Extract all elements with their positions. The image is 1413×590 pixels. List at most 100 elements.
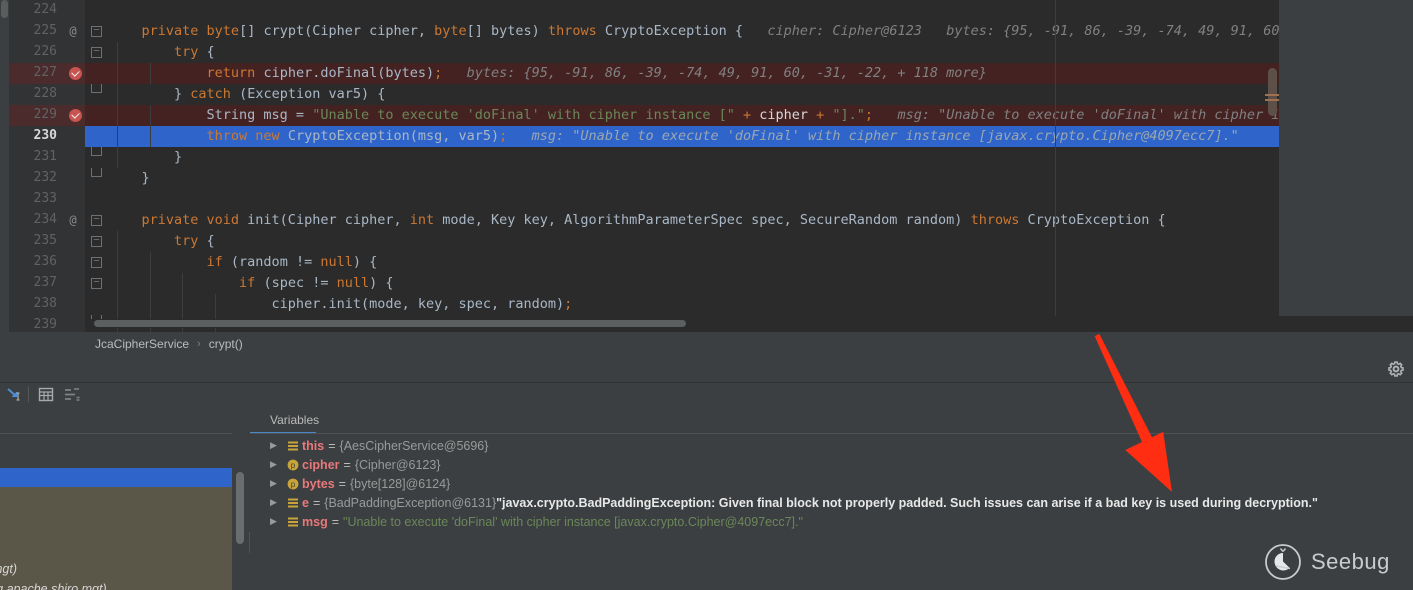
editor-left-scroll-thumb[interactable] [1, 0, 8, 18]
code-editor[interactable]: 224225@ private byte[] crypt(Cipher ciph… [0, 0, 1413, 332]
variables-list[interactable]: ▶this={AesCipherService@5696}▶pcipher={C… [250, 436, 1413, 586]
variable-equals: = [332, 515, 339, 529]
variables-pane[interactable]: Variables ▶this={AesCipherService@5696}▶… [250, 406, 1413, 590]
code-fold-icon[interactable] [91, 168, 102, 177]
frames-pane[interactable]: mgt) rg.apache.shiro.mgt) [0, 406, 248, 590]
frames-header [0, 406, 232, 434]
breakpoint-icon[interactable] [69, 109, 82, 122]
code-token: ; [564, 296, 572, 312]
code-token: CryptoException { [1027, 212, 1165, 228]
seebug-logo-icon [1263, 542, 1303, 582]
code-line[interactable]: 227 return cipher.doFinal(bytes); bytes:… [9, 63, 1413, 84]
code-token: byte [434, 23, 467, 39]
ide-debug-window: 224225@ private byte[] crypt(Cipher ciph… [0, 0, 1413, 590]
frames-list[interactable]: mgt) rg.apache.shiro.mgt) [0, 468, 232, 590]
code-token: + [735, 107, 759, 123]
code-fold-icon[interactable] [91, 215, 102, 226]
code-token: "Unable to execute 'doFinal' with cipher… [312, 107, 735, 123]
frames-scroll-thumb[interactable] [236, 472, 244, 544]
code-line[interactable]: 237 if (spec != null) { [9, 273, 1413, 294]
code-line[interactable]: 230 throw new CryptoException(msg, var5)… [9, 126, 1413, 147]
frames-toolbar[interactable] [0, 434, 248, 462]
editor-vertical-scrollbar[interactable] [1265, 0, 1279, 316]
line-number: 236 [9, 254, 57, 269]
editor-left-scroll-strip[interactable] [0, 0, 9, 332]
right-margin-guide [1055, 0, 1056, 316]
frame-row[interactable]: mgt) [0, 562, 17, 576]
table-view-icon[interactable] [37, 386, 55, 403]
variable-equals: = [313, 496, 320, 510]
breadcrumb-method[interactable]: crypt() [209, 337, 243, 351]
code-line[interactable]: 226 try { [9, 42, 1413, 63]
code-token: cipher.init(mode, key, spec, random) [109, 296, 564, 312]
code-lines[interactable]: 224225@ private byte[] crypt(Cipher ciph… [9, 0, 1413, 316]
code-fold-icon[interactable] [91, 26, 102, 37]
code-line[interactable]: 225@ private byte[] crypt(Cipher cipher,… [9, 21, 1413, 42]
code-token: ) { [369, 275, 393, 291]
code-token: crypt(Cipher cipher, [263, 23, 434, 39]
code-line[interactable]: 232 } [9, 168, 1413, 189]
variable-row[interactable]: ▶this={AesCipherService@5696} [250, 436, 1413, 455]
variable-reference: {AesCipherService@5696} [340, 439, 489, 453]
code-line[interactable]: 231 } [9, 147, 1413, 168]
expand-triangle-icon[interactable]: ▶ [270, 459, 284, 470]
code-line[interactable]: 238 cipher.init(mode, key, spec, random)… [9, 294, 1413, 315]
breadcrumb[interactable]: JcaCipherService › crypt() [9, 332, 1280, 356]
code-line[interactable]: 224 [9, 0, 1413, 21]
variable-name: msg [302, 515, 328, 529]
code-fold-icon[interactable] [91, 278, 102, 289]
variables-tabbar[interactable]: Variables [250, 406, 1413, 434]
code-text: throw new CryptoException(msg, var5); ms… [109, 128, 1239, 144]
variable-row[interactable]: ▶e={BadPaddingException@6131} "javax.cry… [250, 493, 1413, 512]
frames-scrollbar[interactable] [232, 468, 248, 590]
override-marker-icon[interactable]: @ [65, 24, 81, 38]
line-number: 225 [9, 23, 57, 38]
line-number: 229 [9, 107, 57, 122]
code-token: msg: "Unable to execute 'doFinal' with c… [507, 128, 1239, 144]
frame-row[interactable]: rg.apache.shiro.mgt) [0, 582, 107, 590]
frame-row-selected[interactable] [0, 468, 232, 487]
restore-layout-icon[interactable] [5, 386, 23, 403]
code-line[interactable]: 229 String msg = "Unable to execute 'doF… [9, 105, 1413, 126]
debugger-body: mgt)rg.apache.shiro.mgt) +−▲▼⧉∞ Variable… [0, 406, 1413, 590]
code-token: cipher.doFinal(bytes) [263, 65, 434, 81]
code-line[interactable]: 236 if (random != null) { [9, 252, 1413, 273]
breakpoint-icon[interactable] [69, 67, 82, 80]
code-fold-icon[interactable] [91, 236, 102, 247]
list-view-icon[interactable] [63, 386, 81, 403]
breadcrumb-class[interactable]: JcaCipherService [95, 337, 189, 351]
override-marker-icon[interactable]: @ [65, 213, 81, 227]
code-token: throws [971, 212, 1028, 228]
code-text: try { [109, 233, 215, 249]
expand-triangle-icon[interactable]: ▶ [270, 516, 284, 527]
expand-triangle-icon[interactable]: ▶ [270, 497, 284, 508]
editor-vertical-scroll-thumb[interactable] [1268, 68, 1277, 116]
toolbar-divider [28, 386, 29, 402]
gear-icon[interactable] [1387, 360, 1405, 378]
expand-triangle-icon[interactable]: ▶ [270, 440, 284, 451]
code-line[interactable]: 228 } catch (Exception var5) { [9, 84, 1413, 105]
line-number: 231 [9, 149, 57, 164]
editor-scroll-marker [1265, 94, 1280, 96]
code-text: } [109, 149, 182, 165]
editor-horizontal-scroll-thumb[interactable] [94, 320, 686, 327]
debug-tool-strip[interactable] [0, 383, 1413, 406]
code-token: catch [190, 86, 239, 102]
code-fold-icon[interactable] [91, 257, 102, 268]
variable-row[interactable]: ▶pcipher={Cipher@6123} [250, 455, 1413, 474]
code-line[interactable]: 233 [9, 189, 1413, 210]
variable-equals: = [339, 477, 346, 491]
code-fold-icon[interactable] [91, 84, 102, 93]
editor-horizontal-scrollbar[interactable] [85, 319, 1280, 328]
code-token: CryptoException(msg, var5) [288, 128, 499, 144]
parameter-icon: p [284, 459, 302, 471]
code-line[interactable]: 235 try { [9, 231, 1413, 252]
variable-row[interactable]: ▶msg="Unable to execute 'doFinal' with c… [250, 512, 1413, 531]
code-fold-icon[interactable] [91, 147, 102, 156]
variable-row[interactable]: ▶pbytes={byte[128]@6124} [250, 474, 1413, 493]
code-fold-icon[interactable] [91, 47, 102, 58]
expand-triangle-icon[interactable]: ▶ [270, 478, 284, 489]
object-field-icon [284, 516, 302, 528]
code-line[interactable]: 234@ private void init(Cipher cipher, in… [9, 210, 1413, 231]
tab-variables[interactable]: Variables [258, 406, 331, 434]
